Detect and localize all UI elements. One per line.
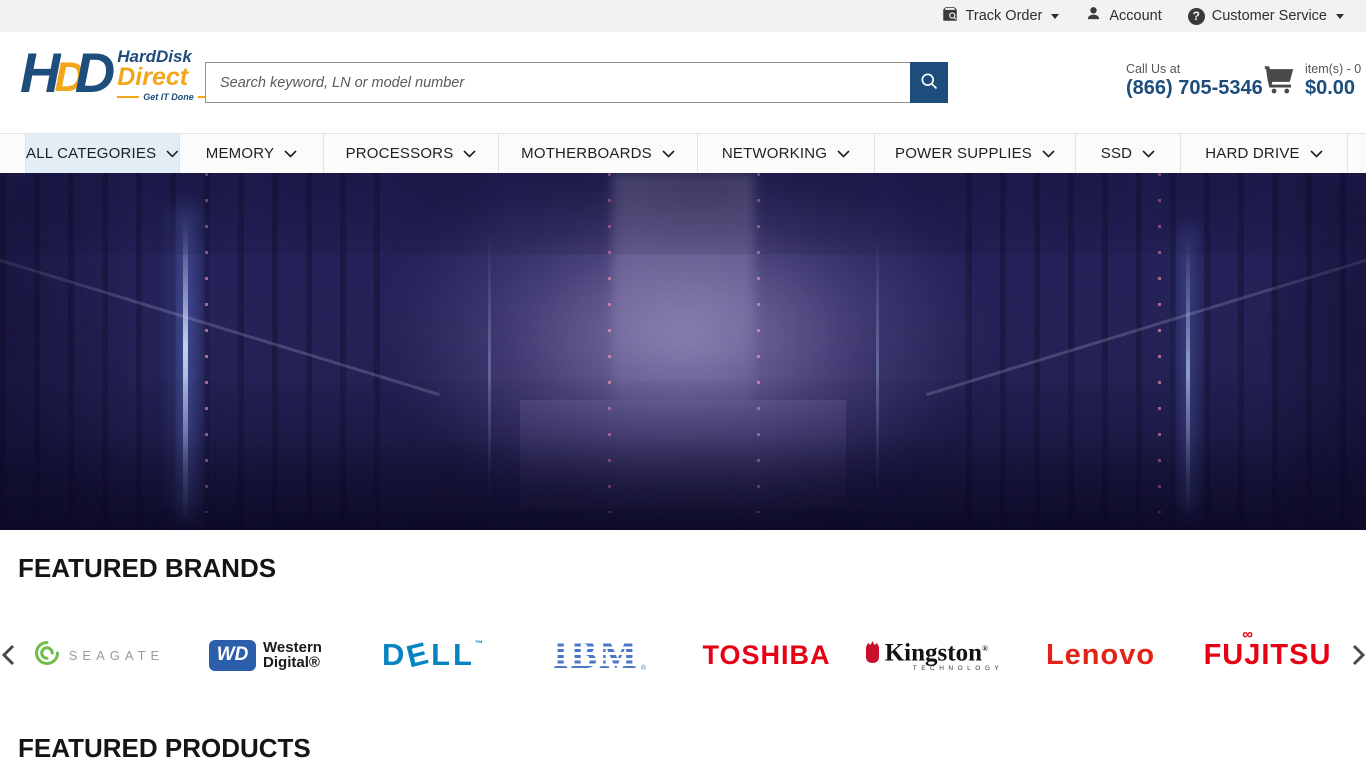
category-nav: ALL CATEGORIES MEMORY PROCESSORS MOTHERB… [0, 133, 1366, 173]
brand-toshiba[interactable]: TOSHIBA [683, 640, 850, 671]
customer-service-label: Customer Service [1212, 8, 1327, 24]
account-menu[interactable]: Account [1085, 5, 1161, 27]
logo-letter-d-navy: D [75, 44, 111, 102]
search-input[interactable] [205, 62, 910, 103]
carousel-next-button[interactable] [1351, 644, 1366, 666]
call-us-block: Call Us at (866) 705-5346 [1126, 62, 1263, 100]
carousel-prev-button[interactable] [0, 644, 15, 666]
track-order-label: Track Order [966, 8, 1043, 24]
brand-fujitsu[interactable]: FU∞JITSU [1184, 639, 1351, 672]
toshiba-wordmark: TOSHIBA [702, 640, 830, 671]
seagate-wordmark: SEAGATE [69, 648, 164, 663]
chevron-down-icon [1051, 14, 1059, 19]
page: Track Order Account ? Customer Service H… [0, 0, 1366, 768]
seagate-swirl-icon [33, 639, 61, 672]
customer-service-menu[interactable]: ? Customer Service [1188, 8, 1344, 25]
chevron-down-icon [1042, 150, 1055, 158]
nav-all-categories[interactable]: ALL CATEGORIES [25, 134, 180, 173]
logo-hdd-mark: H D D [20, 44, 111, 106]
fujitsu-wordmark: FU∞JITSU [1204, 639, 1332, 672]
nav-motherboards[interactable]: MOTHERBOARDS [499, 134, 698, 173]
search-bar [205, 62, 948, 103]
chevron-down-icon [1336, 14, 1344, 19]
chevron-down-icon [166, 150, 179, 158]
chevron-down-icon [284, 150, 297, 158]
brand-kingston[interactable]: Kingston® TECHNOLOGY [850, 638, 1017, 671]
cart-icon [1261, 62, 1297, 101]
cart-items-count: item(s) - 0 [1305, 62, 1361, 76]
chevron-left-icon [1, 644, 15, 666]
dell-wordmark: DELL™ [382, 637, 483, 673]
nav-networking[interactable]: NETWORKING [698, 134, 875, 173]
question-circle-icon: ? [1188, 8, 1205, 25]
wd-wordmark: Western Digital® [263, 640, 322, 670]
nav-ssd[interactable]: SSD [1076, 134, 1181, 173]
lenovo-wordmark: Lenovo [1046, 639, 1155, 672]
logo-letter-h: H [20, 44, 56, 102]
brand-western-digital[interactable]: WD Western Digital® [182, 640, 349, 671]
user-icon [1085, 5, 1102, 27]
wd-badge-icon: WD [209, 640, 256, 671]
nav-power-supplies[interactable]: POWER SUPPLIES [875, 134, 1076, 173]
brands-carousel: SEAGATE WD Western Digital® DELL™ [0, 618, 1366, 692]
nav-processors[interactable]: PROCESSORS [324, 134, 499, 173]
package-search-icon [941, 5, 959, 28]
account-label: Account [1109, 8, 1161, 24]
phone-number[interactable]: (866) 705-5346 [1126, 77, 1263, 100]
brand-dell[interactable]: DELL™ [349, 637, 516, 673]
brand-seagate[interactable]: SEAGATE [15, 639, 182, 672]
top-utility-bar: Track Order Account ? Customer Service [0, 0, 1366, 32]
chevron-down-icon [1142, 150, 1155, 158]
brand-ibm[interactable]: IBM ® [516, 638, 683, 672]
ibm-wordmark: IBM ® [553, 638, 646, 672]
main-header: H D D HardDisk Direct Get IT Done [0, 32, 1366, 133]
cart-button[interactable]: item(s) - 0 $0.00 [1261, 62, 1361, 101]
search-button[interactable] [910, 62, 948, 103]
hero-banner[interactable] [0, 173, 1366, 530]
nav-memory[interactable]: MEMORY [180, 134, 324, 173]
fujitsu-infinity-icon: ∞ [1242, 626, 1254, 643]
track-order-menu[interactable]: Track Order [941, 5, 1060, 28]
site-logo[interactable]: H D D HardDisk Direct Get IT Done [20, 44, 220, 106]
kingston-head-icon [864, 639, 881, 670]
featured-products-title: FEATURED PRODUCTS [18, 733, 311, 764]
cart-total: $0.00 [1305, 77, 1361, 100]
cart-summary: item(s) - 0 $0.00 [1305, 62, 1361, 100]
chevron-down-icon [837, 150, 850, 158]
kingston-wordmark: Kingston® TECHNOLOGY [885, 638, 1004, 671]
chevron-right-icon [1352, 644, 1366, 666]
chevron-down-icon [662, 150, 675, 158]
call-us-label: Call Us at [1126, 62, 1263, 76]
hero-vignette [0, 173, 1366, 530]
brand-lenovo[interactable]: Lenovo [1017, 639, 1184, 672]
chevron-down-icon [463, 150, 476, 158]
search-icon [919, 71, 939, 94]
featured-brands-title: FEATURED BRANDS [18, 553, 276, 584]
brand-strip: SEAGATE WD Western Digital® DELL™ [15, 637, 1351, 673]
nav-hard-drive[interactable]: HARD DRIVE [1181, 134, 1348, 173]
chevron-down-icon [1310, 150, 1323, 158]
